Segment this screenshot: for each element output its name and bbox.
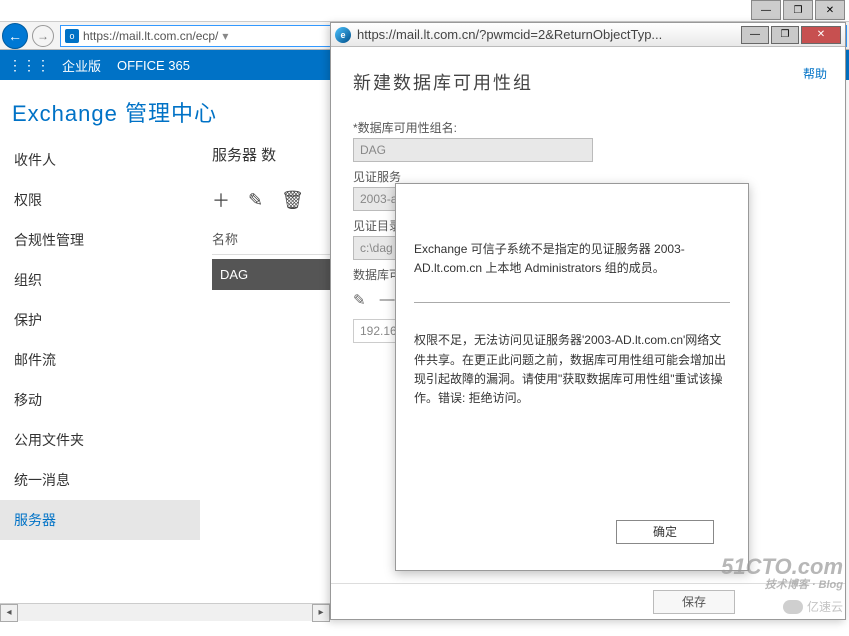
sidebar-item-4[interactable]: 保护	[0, 300, 200, 340]
dag-name-input[interactable]	[353, 138, 593, 162]
error-dialog: Exchange 可信子系统不是指定的见证服务器 2003-AD.lt.com.…	[395, 183, 749, 571]
sidebar-item-9[interactable]: 服务器	[0, 500, 200, 540]
sidebar-item-1[interactable]: 权限	[0, 180, 200, 220]
add-icon[interactable]: ＋	[212, 187, 230, 213]
error-message-2: 权限不足，无法访问见证服务器'2003-AD.lt.com.cn'网络文件共享。…	[414, 331, 730, 408]
ip-remove-icon[interactable]: —	[380, 291, 395, 309]
modal-close-button[interactable]: ✕	[801, 26, 841, 44]
modal-url: https://mail.lt.com.cn/?pwmcid=2&ReturnO…	[357, 27, 739, 42]
dag-name-label: *数据库可用性组名:	[353, 119, 823, 136]
horizontal-scrollbar[interactable]: ◂ ▸	[0, 603, 330, 621]
delete-icon[interactable]: 🗑	[281, 190, 304, 211]
error-message-1: Exchange 可信子系统不是指定的见证服务器 2003-AD.lt.com.…	[414, 240, 730, 303]
help-link[interactable]: 帮助	[803, 65, 827, 82]
modal-heading: 新建数据库可用性组	[353, 65, 823, 95]
error-ok-button[interactable]: 确定	[616, 520, 714, 544]
sidebar-item-6[interactable]: 移动	[0, 380, 200, 420]
ip-edit-icon[interactable]: ✎	[353, 291, 366, 309]
edit-icon[interactable]: ✎	[248, 190, 263, 211]
outlook-icon: o	[65, 29, 79, 43]
main-window-titlebar: — ❐ ✕	[0, 0, 849, 22]
modal-maximize-button[interactable]: ❐	[771, 26, 799, 44]
forward-button[interactable]: →	[32, 25, 54, 47]
office365-label[interactable]: OFFICE 365	[117, 58, 190, 73]
sidebar-item-5[interactable]: 邮件流	[0, 340, 200, 380]
sidebar-item-0[interactable]: 收件人	[0, 140, 200, 180]
app-launcher-icon[interactable]: ⋮⋮⋮	[8, 57, 50, 74]
back-button[interactable]: ←	[2, 23, 28, 49]
sidebar-item-8[interactable]: 统一消息	[0, 460, 200, 500]
url-text: https://mail.lt.com.cn/ecp/	[83, 29, 218, 43]
scroll-right-arrow[interactable]: ▸	[312, 604, 330, 622]
main-close-button[interactable]: ✕	[815, 0, 845, 20]
enterprise-label[interactable]: 企业版	[62, 56, 101, 75]
modal-minimize-button[interactable]: —	[741, 26, 769, 44]
main-maximize-button[interactable]: ❐	[783, 0, 813, 20]
modal-titlebar: e https://mail.lt.com.cn/?pwmcid=2&Retur…	[331, 23, 845, 47]
sidebar-item-3[interactable]: 组织	[0, 260, 200, 300]
main-minimize-button[interactable]: —	[751, 0, 781, 20]
sidebar-item-2[interactable]: 合规性管理	[0, 220, 200, 260]
modal-footer: 保存 取消	[331, 583, 845, 619]
scroll-left-arrow[interactable]: ◂	[0, 604, 18, 622]
modal-window: e https://mail.lt.com.cn/?pwmcid=2&Retur…	[330, 22, 846, 620]
ie-icon: e	[335, 27, 351, 43]
sidebar-item-7[interactable]: 公用文件夹	[0, 420, 200, 460]
save-button[interactable]: 保存	[653, 590, 735, 614]
sidebar: 收件人权限合规性管理组织保护邮件流移动公用文件夹统一消息服务器	[0, 136, 200, 636]
